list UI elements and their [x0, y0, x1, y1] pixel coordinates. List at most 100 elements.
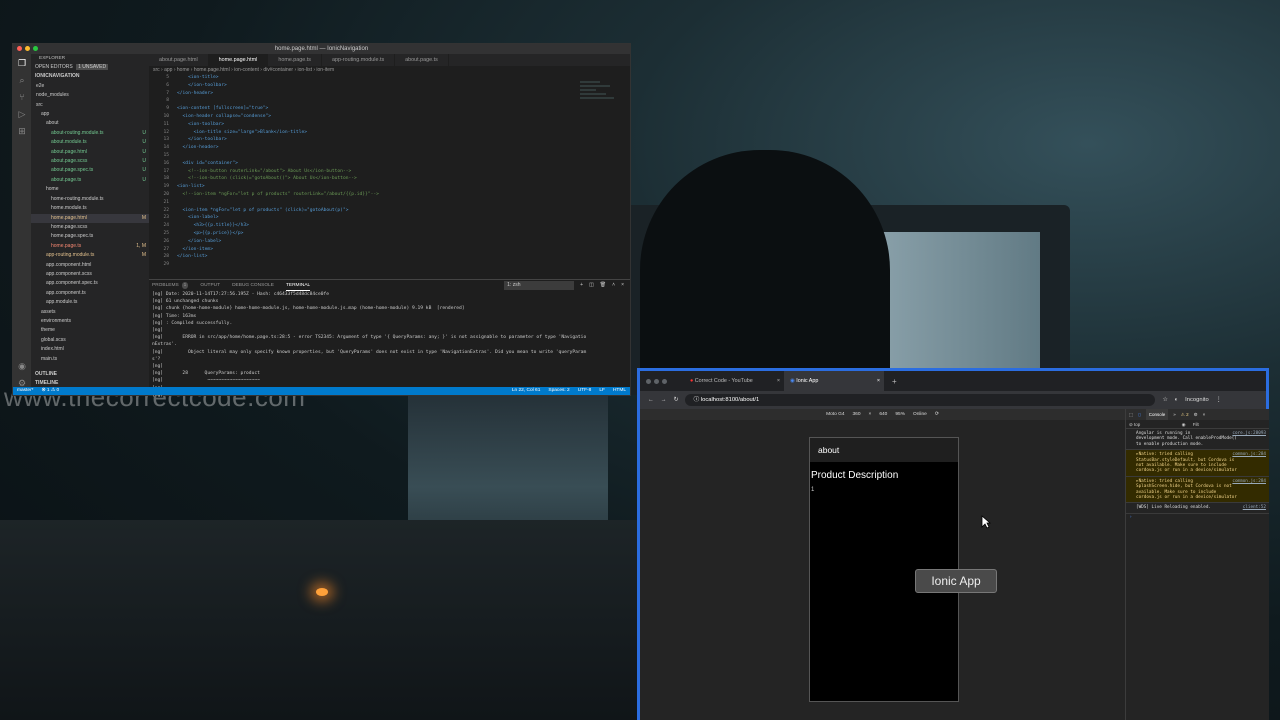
file-tree-item[interactable]: home.page.ts 1, M [31, 242, 149, 251]
code-line[interactable]: 22 <ion-item *ngFor="let p of products" … [149, 207, 630, 215]
file-tree-item[interactable]: node_modules [31, 91, 149, 100]
source-control-icon[interactable]: ⑂ [17, 92, 27, 102]
close-icon[interactable]: × [621, 281, 624, 290]
device-height[interactable]: 640 [879, 409, 887, 420]
file-tree-item[interactable]: src [31, 101, 149, 110]
editor-tab[interactable]: about.page.html [149, 54, 209, 66]
file-tree-item[interactable]: assets [31, 308, 149, 317]
code-line[interactable]: 8 [149, 97, 630, 105]
file-tree-item[interactable]: app.module.ts [31, 298, 149, 307]
minimap[interactable] [580, 78, 620, 118]
chrome-maximize-button[interactable] [662, 379, 667, 384]
file-tree-item[interactable]: home.page.scss [31, 223, 149, 232]
file-tree-item[interactable]: app.component.scss [31, 270, 149, 279]
code-line[interactable]: 18 <!--ion-button (click)="gotoAbout()">… [149, 175, 630, 183]
minimize-window-button[interactable] [25, 46, 30, 51]
more-tabs-icon[interactable]: » [1173, 409, 1176, 420]
code-line[interactable]: 12 <ion-title size="large">Blank</ion-ti… [149, 129, 630, 137]
code-line[interactable]: 7 </ion-header> [149, 90, 630, 98]
outline-section[interactable]: OUTLINE [31, 370, 149, 379]
code-line[interactable]: 9 <ion-content [fullscreen]="true"> [149, 105, 630, 113]
code-line[interactable]: 28 </ion-list> [149, 253, 630, 261]
context-select[interactable]: top [1134, 422, 1140, 427]
split-terminal-icon[interactable]: ◫ [589, 281, 594, 290]
file-tree-item[interactable]: home-routing.module.ts [31, 195, 149, 204]
code-line[interactable]: 24 <h3>{{p.title}}</h3> [149, 222, 630, 230]
chrome-minimize-button[interactable] [654, 379, 659, 384]
code-line[interactable]: 29 [149, 261, 630, 269]
file-tree-item[interactable]: home.module.ts [31, 204, 149, 213]
file-tree-item[interactable]: index.html [31, 345, 149, 354]
code-line[interactable]: 16 <div id="container"> [149, 160, 630, 168]
device-select[interactable]: Moto G4 [826, 409, 844, 420]
chevron-up-icon[interactable]: ˄ [612, 281, 615, 290]
file-tree-item[interactable]: about [31, 119, 149, 128]
code-line[interactable]: 14 </ion-header> [149, 144, 630, 152]
panel-tab[interactable]: DEBUG CONSOLE [232, 280, 274, 291]
code-line[interactable]: 15 [149, 152, 630, 160]
zoom-select[interactable]: 95% [895, 409, 905, 420]
language-mode[interactable]: HTML [613, 387, 626, 395]
file-tree-item[interactable]: app.component.html [31, 261, 149, 270]
file-tree-item[interactable]: main.ts [31, 355, 149, 364]
editor-tab[interactable]: home.page.ts [268, 54, 322, 66]
console-source-link[interactable]: common.js:284 [1232, 452, 1266, 457]
panel-tab[interactable]: OUTPUT [200, 280, 220, 291]
file-tree-item[interactable]: about.page.spec.ts U [31, 166, 149, 175]
problems-indicator[interactable]: ⊗ 1 ⚠ 0 [42, 387, 60, 395]
eol-setting[interactable]: LF [599, 387, 605, 395]
file-tree-item[interactable]: app [31, 110, 149, 119]
branch-indicator[interactable]: master* [17, 387, 34, 395]
menu-icon[interactable]: ⋮ [1216, 397, 1222, 403]
code-line[interactable]: 21 [149, 199, 630, 207]
console-prompt[interactable]: › [1126, 514, 1269, 519]
code-line[interactable]: 10 <ion-header collapse="condense"> [149, 113, 630, 121]
file-tree-item[interactable]: home [31, 185, 149, 194]
editor-tab[interactable]: app-routing.module.ts [322, 54, 396, 66]
code-line[interactable]: 6 </ion-toolbar> [149, 82, 630, 90]
cursor-position[interactable]: Ln 22, Col 61 [512, 387, 541, 395]
code-line[interactable]: 27 </ion-item> [149, 246, 630, 254]
network-select[interactable]: Online [913, 409, 927, 420]
file-tree-item[interactable]: about.page.ts U [31, 176, 149, 185]
file-tree-item[interactable]: about.page.scss U [31, 157, 149, 166]
code-line[interactable]: 5 <ion-title> [149, 74, 630, 82]
terminal-output[interactable]: [ng] Date: 2020-11-14T17:27:56.195Z - Ha… [149, 291, 630, 399]
console-source-link[interactable]: common.js:284 [1232, 479, 1266, 484]
code-line[interactable]: 26 </ion-label> [149, 238, 630, 246]
search-icon[interactable]: ⌕ [17, 75, 27, 85]
panel-tab[interactable]: TERMINAL [285, 280, 311, 291]
chrome-close-button[interactable] [646, 379, 651, 384]
code-line[interactable]: 13 </ion-toolbar> [149, 136, 630, 144]
open-editors-section[interactable]: OPEN EDITORS 1 UNSAVED [31, 63, 149, 72]
console-source-link[interactable]: core.js:28093 [1232, 431, 1266, 436]
file-tree-item[interactable]: app.component.ts [31, 289, 149, 298]
close-tab-icon[interactable]: × [877, 371, 880, 391]
file-tree-item[interactable]: about.module.ts U [31, 138, 149, 147]
browser-tab-ionic[interactable]: ◉ Ionic App × [784, 371, 884, 391]
file-tree-item[interactable]: home.page.spec.ts [31, 232, 149, 241]
code-line[interactable]: 25 <p>{{p.price}}</p> [149, 230, 630, 238]
add-terminal-icon[interactable]: + [580, 281, 583, 290]
file-tree-item[interactable]: global.scss [31, 336, 149, 345]
console-source-link[interactable]: client:52 [1243, 505, 1266, 510]
encoding-setting[interactable]: UTF-8 [578, 387, 592, 395]
rotate-icon[interactable]: ⟳ [935, 409, 939, 420]
code-line[interactable]: 23 <ion-label> [149, 214, 630, 222]
device-width[interactable]: 360 [853, 409, 861, 420]
devtools-close-icon[interactable]: × [1203, 409, 1206, 420]
bookmark-star-icon[interactable]: ☆ [1162, 397, 1167, 403]
devtools-settings-icon[interactable]: ⚙ [1194, 409, 1198, 420]
warning-count[interactable]: ⚠ 2 [1181, 409, 1189, 420]
file-tree-item[interactable]: app.component.spec.ts [31, 279, 149, 288]
inspect-icon[interactable]: ⬚ [1129, 409, 1133, 420]
panel-tab[interactable]: PROBLEMS [152, 280, 179, 291]
code-editor[interactable]: 5 <ion-title> 6 </ion-toolbar> 7 </ion-head… [149, 74, 630, 269]
code-line[interactable]: 20 <!--ion-item *ngFor="let p of product… [149, 191, 630, 199]
forward-icon[interactable]: → [661, 397, 667, 403]
code-line[interactable]: 11 <ion-toolbar> [149, 121, 630, 129]
maximize-window-button[interactable] [33, 46, 38, 51]
trash-icon[interactable]: 🗑 [600, 281, 606, 290]
file-tree-item[interactable]: environments [31, 317, 149, 326]
extensions-icon[interactable]: ⊞ [17, 126, 27, 136]
